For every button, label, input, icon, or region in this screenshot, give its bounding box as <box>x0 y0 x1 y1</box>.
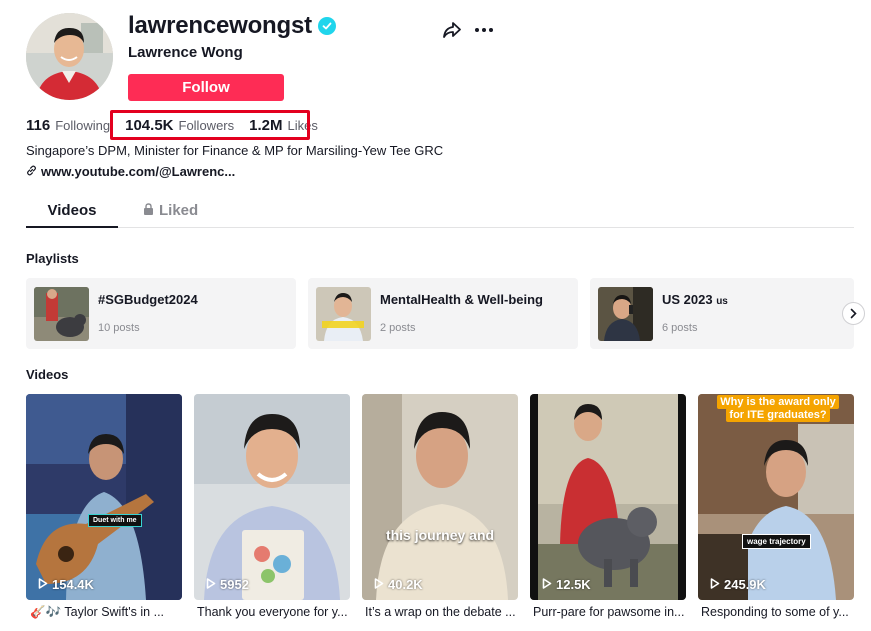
tab-liked[interactable]: Liked <box>143 202 198 219</box>
tab-liked-label: Liked <box>159 202 199 219</box>
highlight-box <box>110 110 310 140</box>
video-card[interactable]: Duet with me 154.4K <box>26 394 182 600</box>
playlist-card[interactable]: US 2023 us 6 posts <box>590 278 854 349</box>
playlist-name: US 2023 us <box>662 292 728 307</box>
playlists-heading: Playlists <box>26 251 79 266</box>
play-icon <box>38 577 48 592</box>
link-icon <box>26 164 37 179</box>
video-thumbnail <box>698 394 854 600</box>
video-thumbnail <box>26 394 182 600</box>
video-title-overlay: Why is the award only for ITE graduates? <box>708 395 848 422</box>
video-views-count: 12.5K <box>556 577 591 592</box>
video-title-line1: Why is the award only <box>717 395 839 409</box>
playlist-name-suffix: us <box>716 296 728 307</box>
playlist-count: 2 posts <box>380 322 416 334</box>
playlist-thumbnail <box>598 287 653 341</box>
playlist-thumbnail <box>34 287 89 341</box>
profile-tabs: Videos Liked <box>26 196 854 228</box>
bio: Singapore’s DPM, Minister for Finance & … <box>26 143 444 158</box>
video-card[interactable]: 5952 <box>194 394 350 600</box>
playlist-name-text: US 2023 <box>662 292 717 307</box>
play-icon <box>206 577 216 592</box>
video-views-count: 154.4K <box>52 577 94 592</box>
play-icon <box>374 577 384 592</box>
video-caption[interactable]: Thank you everyone for y... <box>197 605 353 619</box>
video-card[interactable]: this journey and 40.2K <box>362 394 518 600</box>
username-text: lawrencewongst <box>128 12 312 39</box>
video-overlay-tag: wage trajectory <box>742 534 811 549</box>
tab-videos[interactable]: Videos <box>26 202 118 219</box>
playlist-count: 6 posts <box>662 322 698 334</box>
video-views: 40.2K <box>374 577 423 592</box>
video-views-count: 245.9K <box>724 577 766 592</box>
lock-icon <box>143 202 154 219</box>
video-views-count: 5952 <box>220 577 249 592</box>
video-thumbnail <box>194 394 350 600</box>
share-icon[interactable] <box>441 19 463 41</box>
video-caption[interactable]: It’s a wrap on the debate ... <box>365 605 521 619</box>
link-text: www.youtube.com/@Lawrenc... <box>41 164 236 179</box>
video-title-line2: for ITE graduates? <box>726 408 830 422</box>
display-name: Lawrence Wong <box>128 44 243 61</box>
playlist-card[interactable]: #SGBudget2024 10 posts <box>26 278 296 349</box>
video-thumbnail <box>530 394 686 600</box>
tab-active-indicator <box>26 226 118 228</box>
video-card[interactable]: Why is the award only for ITE graduates?… <box>698 394 854 600</box>
following-count: 116 <box>26 117 51 134</box>
video-subtitle: this journey and <box>385 527 495 543</box>
video-caption[interactable]: Purr-pare for pawsome in... <box>533 605 689 619</box>
video-views: 12.5K <box>542 577 591 592</box>
video-views: 245.9K <box>710 577 766 592</box>
video-views: 5952 <box>206 577 249 592</box>
video-views-count: 40.2K <box>388 577 423 592</box>
more-icon[interactable] <box>473 19 495 41</box>
chevron-right-icon[interactable] <box>842 302 865 325</box>
following-label: Following <box>55 118 111 133</box>
profile-link[interactable]: www.youtube.com/@Lawrenc... <box>26 164 235 179</box>
video-caption[interactable]: 🎸🎶 Taylor Swift's in ... <box>30 605 186 620</box>
playlist-name: MentalHealth & Well-being <box>380 292 543 307</box>
play-icon <box>542 577 552 592</box>
videos-heading: Videos <box>26 367 69 382</box>
video-overlay-tag: Duet with me <box>88 514 142 527</box>
playlist-card[interactable]: MentalHealth & Well-being 2 posts <box>308 278 578 349</box>
playlist-count: 10 posts <box>98 322 140 334</box>
video-card[interactable]: 12.5K <box>530 394 686 600</box>
playlist-thumbnail <box>316 287 371 341</box>
username: lawrencewongst <box>128 12 336 40</box>
verified-badge-icon <box>317 17 336 35</box>
playlist-name: #SGBudget2024 <box>98 292 198 307</box>
avatar[interactable] <box>26 13 113 100</box>
following-stat[interactable]: 116 Following <box>26 117 110 134</box>
video-views: 154.4K <box>38 577 94 592</box>
follow-button[interactable]: Follow <box>128 74 284 101</box>
video-caption[interactable]: Responding to some of y... <box>701 605 857 619</box>
play-icon <box>710 577 720 592</box>
video-thumbnail <box>362 394 518 600</box>
